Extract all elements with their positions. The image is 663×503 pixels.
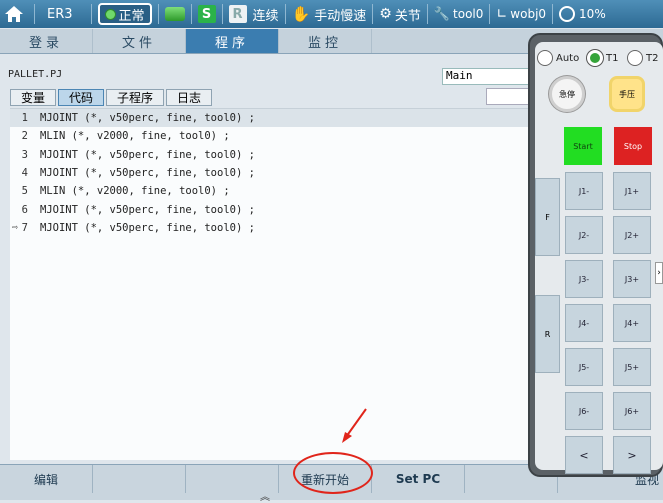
program-pointer-icon: ⇨ bbox=[12, 222, 19, 234]
speed-percent[interactable]: 10% bbox=[579, 7, 606, 21]
j4-plus-button[interactable]: J4+ bbox=[613, 304, 651, 342]
routine-select[interactable]: Main bbox=[442, 68, 537, 85]
r-badge[interactable]: R bbox=[228, 5, 247, 23]
wrench-icon: 🔧 bbox=[433, 6, 451, 22]
tab-program[interactable]: 程序 bbox=[186, 29, 279, 53]
panel-toggle-chevron-icon[interactable]: › bbox=[655, 262, 663, 284]
jog-panel: Auto T1 T2 急停 手压 Start Stop F R J1- J1+ … bbox=[528, 33, 663, 477]
highlight-circle bbox=[293, 452, 373, 494]
j4-minus-button[interactable]: J4- bbox=[565, 304, 603, 342]
set-pc-button[interactable]: Set PC bbox=[372, 465, 465, 493]
s-badge[interactable]: S bbox=[197, 5, 216, 23]
j1-plus-button[interactable]: J1+ bbox=[613, 172, 651, 210]
start-button[interactable]: Start bbox=[564, 127, 602, 165]
code-line[interactable]: 2 MLIN (*, v2000, fine, tool0) ; bbox=[10, 127, 530, 145]
speed-mode[interactable]: 手动慢速 bbox=[314, 5, 366, 24]
line-number: 5 bbox=[21, 185, 28, 198]
code-line[interactable]: 5 MLIN (*, v2000, fine, tool0) ; bbox=[10, 182, 530, 200]
program-subtabs: 变量 代码 子程序 日志 bbox=[10, 89, 213, 106]
j2-minus-button[interactable]: J2- bbox=[565, 216, 603, 254]
mode-auto-radio[interactable]: Auto bbox=[537, 50, 579, 66]
annotation-arrow bbox=[342, 408, 367, 443]
forward-button[interactable]: F bbox=[535, 178, 560, 256]
code-editor[interactable]: 1 MJOINT (*, v50perc, fine, tool0) ; 2 MLI… bbox=[10, 108, 530, 460]
radio-circle bbox=[627, 50, 643, 66]
prev-page-button[interactable]: < bbox=[565, 436, 603, 474]
mode-t2-radio[interactable]: T2 bbox=[627, 50, 658, 66]
emergency-stop-button[interactable]: 急停 bbox=[549, 76, 585, 112]
j3-plus-button[interactable]: J3+ bbox=[613, 260, 651, 298]
line-number: 3 bbox=[21, 148, 28, 161]
wobj-name[interactable]: wobj0 bbox=[510, 7, 546, 21]
j3-minus-button[interactable]: J3- bbox=[565, 260, 603, 298]
expand-up-icon[interactable]: ︽ bbox=[250, 488, 280, 503]
program-file-name: PALLET.PJ bbox=[8, 69, 63, 80]
next-page-button[interactable]: > bbox=[613, 436, 651, 474]
code-text: MJOINT (*, v50perc, fine, tool0) ; bbox=[40, 167, 255, 180]
tab-file[interactable]: 文件 bbox=[93, 29, 186, 53]
top-status-bar: ER3 正常 S R 连续 ✋ 手动慢速 ⚙ 关节 🔧 tool0 ∟ wobj… bbox=[0, 0, 663, 28]
j2-plus-button[interactable]: J2+ bbox=[613, 216, 651, 254]
mode-t2-label: T2 bbox=[646, 52, 659, 64]
line-number: 6 bbox=[21, 203, 28, 216]
run-mode[interactable]: 连续 bbox=[253, 5, 279, 24]
radio-circle bbox=[587, 50, 603, 66]
reverse-button[interactable]: R bbox=[535, 295, 560, 373]
line-number: 2 bbox=[21, 130, 28, 143]
stop-button[interactable]: Stop bbox=[614, 127, 652, 165]
j1-minus-button[interactable]: J1- bbox=[565, 172, 603, 210]
code-text: MJOINT (*, v50perc, fine, tool0) ; bbox=[40, 148, 255, 161]
code-line[interactable]: 4 MJOINT (*, v50perc, fine, tool0) ; bbox=[10, 164, 530, 182]
toolbar-slot-2[interactable] bbox=[93, 465, 186, 493]
code-line[interactable]: 6 MJOINT (*, v50perc, fine, tool0) ; bbox=[10, 200, 530, 218]
status-indicator[interactable]: 正常 bbox=[97, 3, 152, 25]
tab-monitor[interactable]: 监控 bbox=[279, 29, 372, 53]
emergency-stop-label: 急停 bbox=[559, 89, 575, 99]
code-line[interactable]: ⇨ 7 MJOINT (*, v50perc, fine, tool0) ; bbox=[10, 219, 530, 237]
robot-layer-icon[interactable] bbox=[164, 7, 185, 21]
subtab-code[interactable]: 代码 bbox=[58, 89, 105, 106]
subtab-subroutine[interactable]: 子程序 bbox=[106, 89, 165, 106]
status-ok-icon bbox=[104, 8, 116, 20]
tab-login[interactable]: 登录 bbox=[0, 29, 93, 53]
code-text: MJOINT (*, v50perc, fine, tool0) ; bbox=[40, 203, 255, 216]
code-line[interactable]: 3 MJOINT (*, v50perc, fine, tool0) ; bbox=[10, 146, 530, 164]
code-text: MLIN (*, v2000, fine, tool0) ; bbox=[40, 185, 230, 198]
mode-auto-label: Auto bbox=[556, 52, 580, 64]
hand-press-label: 手压 bbox=[619, 89, 635, 99]
subtab-variables[interactable]: 变量 bbox=[10, 89, 57, 106]
status-text: 正常 bbox=[118, 8, 145, 24]
joint-icon: ⚙ bbox=[379, 6, 392, 22]
code-line[interactable]: 1 MJOINT (*, v50perc, fine, tool0) ; bbox=[10, 109, 530, 128]
code-text: MJOINT (*, v50perc, fine, tool0) ; bbox=[40, 221, 255, 234]
j5-plus-button[interactable]: J5+ bbox=[613, 348, 651, 386]
axis-icon: ∟ bbox=[496, 6, 508, 22]
speed-gauge-icon bbox=[559, 6, 576, 22]
coordinate-mode[interactable]: 关节 bbox=[395, 5, 421, 24]
j5-minus-button[interactable]: J5- bbox=[565, 348, 603, 386]
hand-press-button[interactable]: 手压 bbox=[609, 76, 645, 112]
edit-button[interactable]: 编辑 bbox=[0, 465, 93, 493]
mode-t1-label: T1 bbox=[606, 52, 619, 64]
code-text: MLIN (*, v2000, fine, tool0) ; bbox=[40, 130, 230, 143]
line-number: 1 bbox=[21, 112, 28, 125]
j6-plus-button[interactable]: J6+ bbox=[613, 392, 651, 430]
j6-minus-button[interactable]: J6- bbox=[565, 392, 603, 430]
subtab-log[interactable]: 日志 bbox=[166, 89, 213, 106]
hand-icon: ✋ bbox=[291, 5, 311, 23]
line-number: 4 bbox=[21, 167, 28, 180]
radio-circle bbox=[537, 50, 553, 66]
robot-name[interactable]: ER3 bbox=[47, 7, 73, 22]
tool-name[interactable]: tool0 bbox=[453, 7, 483, 21]
mode-t1-radio[interactable]: T1 bbox=[587, 50, 618, 66]
code-text: MJOINT (*, v50perc, fine, tool0) ; bbox=[40, 112, 255, 125]
home-icon[interactable] bbox=[0, 0, 28, 28]
jog-panel-body: Auto T1 T2 急停 手压 Start Stop F R J1- J1+ … bbox=[535, 42, 663, 474]
